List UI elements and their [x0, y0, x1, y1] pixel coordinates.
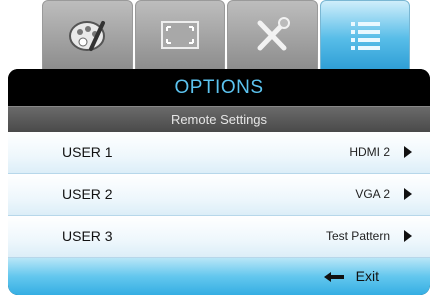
row-value: VGA 2 [355, 187, 390, 201]
arrow-right-icon[interactable] [404, 146, 412, 158]
row-label: USER 2 [62, 186, 113, 202]
tab-display[interactable] [134, 0, 225, 70]
tab-options[interactable] [319, 0, 410, 70]
return-icon [324, 272, 344, 282]
palette-icon [69, 21, 106, 51]
row-label: USER 3 [62, 228, 113, 244]
exit-label: Exit [355, 268, 379, 284]
menu-row-user3[interactable]: USER 3 Test Pattern [8, 216, 430, 258]
tab-picture[interactable] [42, 0, 133, 70]
row-value: Test Pattern [325, 229, 390, 243]
exit-button[interactable]: Exit [8, 258, 430, 295]
screen-icon [160, 21, 199, 49]
menu-tabs [42, 0, 410, 70]
arrow-right-icon[interactable] [404, 230, 412, 242]
menu-panel: OPTIONS Remote Settings USER 1 HDMI 2 US… [8, 69, 430, 295]
menu-row-user2[interactable]: USER 2 VGA 2 [8, 174, 430, 216]
menu-title: OPTIONS [8, 69, 430, 106]
osd-menu: OPTIONS Remote Settings USER 1 HDMI 2 US… [0, 0, 439, 299]
tools-icon [257, 17, 291, 51]
menu-subtitle: Remote Settings [8, 106, 430, 132]
menu-row-user1[interactable]: USER 1 HDMI 2 [8, 132, 430, 174]
arrow-right-icon[interactable] [404, 188, 412, 200]
tab-setup[interactable] [227, 0, 318, 70]
row-label: USER 1 [62, 144, 113, 160]
list-icon [350, 22, 380, 50]
row-value: HDMI 2 [349, 145, 390, 159]
